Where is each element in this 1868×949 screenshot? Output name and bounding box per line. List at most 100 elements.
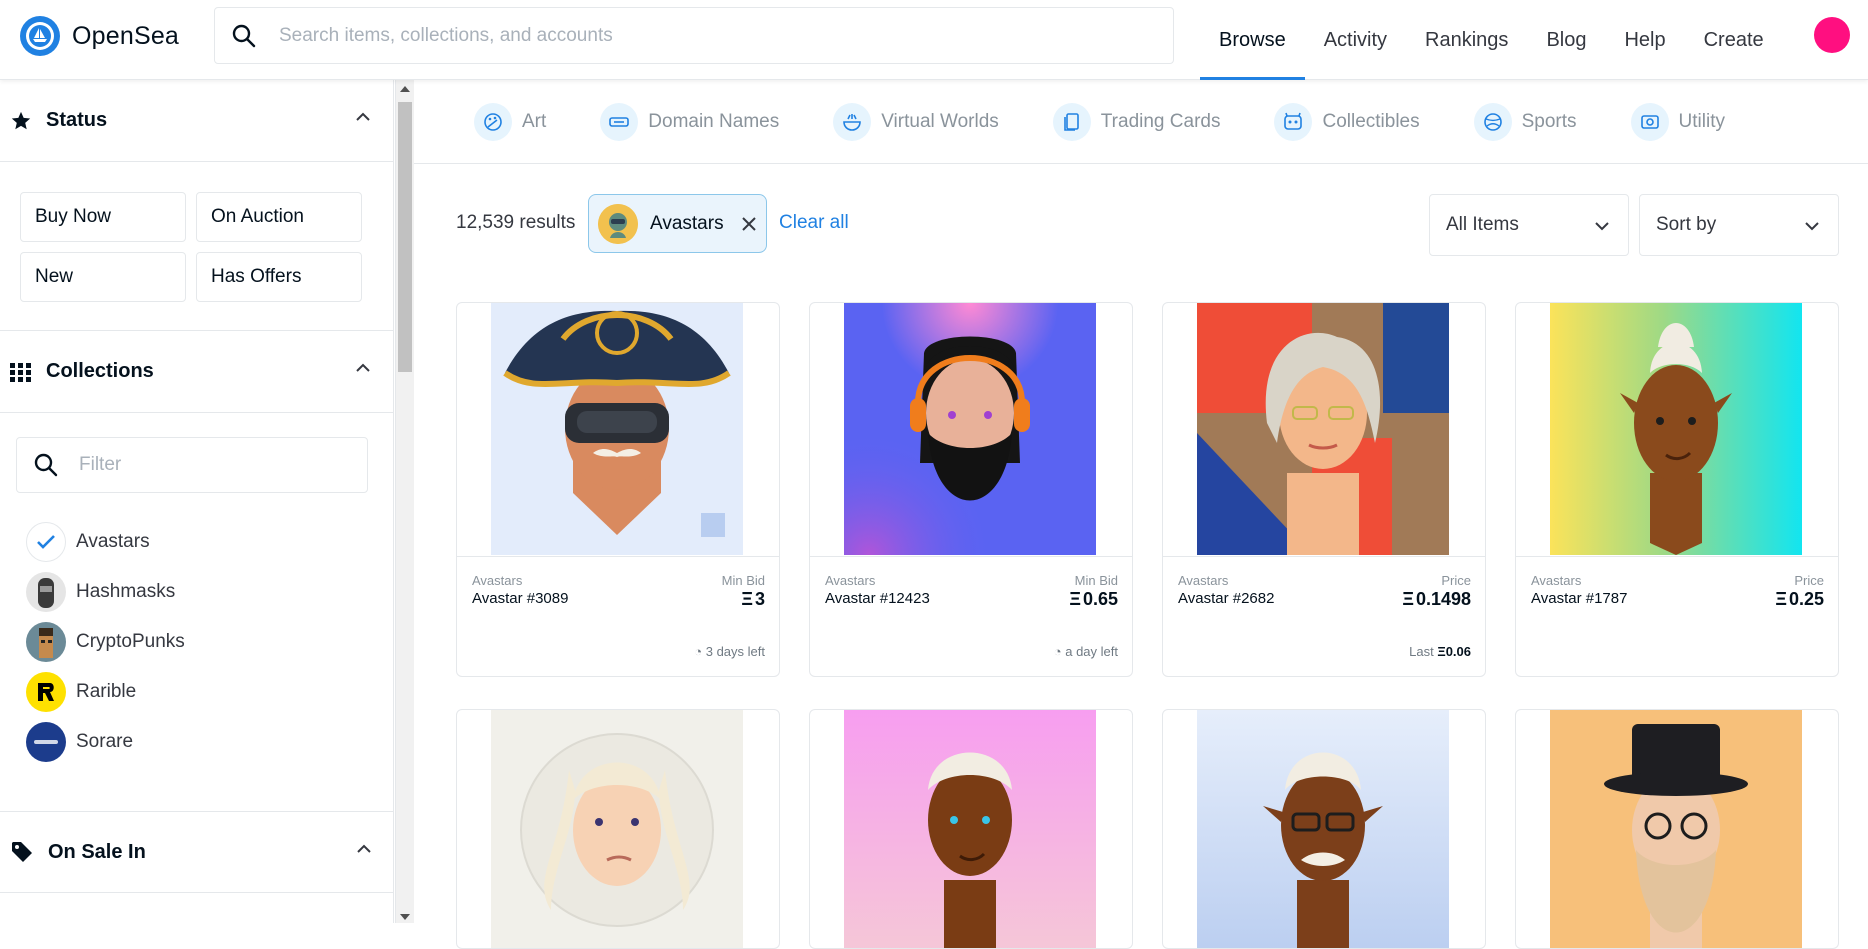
eth-icon: Ξ: [1069, 589, 1081, 609]
nft-card[interactable]: [1162, 709, 1486, 949]
collection-name: Avastars: [76, 531, 150, 552]
card-time-left: ◔ 3 days left: [694, 644, 765, 659]
card-time-left: ◔ a day left: [1053, 644, 1118, 659]
category-label: Art: [522, 110, 547, 132]
nav-rankings[interactable]: Rankings: [1406, 0, 1527, 80]
collection-item-sorare[interactable]: Sorare: [0, 717, 393, 767]
nav-activity[interactable]: Activity: [1305, 0, 1406, 80]
card-price-label: Price: [1441, 573, 1471, 588]
scroll-down-arrow-icon[interactable]: [400, 914, 410, 920]
palette-icon: [474, 102, 512, 141]
nft-card[interactable]: [1515, 709, 1839, 949]
collectible-face-icon: [1274, 102, 1313, 141]
category-trading-cards[interactable]: Trading Cards: [1052, 102, 1220, 141]
select-value: Sort by: [1656, 214, 1717, 235]
collection-item-rarible[interactable]: Rarible: [0, 667, 393, 717]
card-name: Avastar #3089: [472, 590, 569, 607]
nft-card[interactable]: [456, 709, 780, 949]
top-navbar: OpenSea Browse Activity Rankings Blog He…: [0, 0, 1868, 80]
buy-now-button[interactable]: Buy Now: [20, 192, 186, 242]
category-collectibles[interactable]: Collectibles: [1274, 102, 1420, 141]
clock-icon: ◔: [1053, 644, 1066, 659]
clear-all-link[interactable]: Clear all: [779, 212, 849, 234]
collection-item-cryptopunks[interactable]: CryptoPunks: [0, 617, 393, 667]
hashmasks-logo: [26, 572, 66, 612]
collection-filter-input[interactable]: [79, 454, 339, 476]
opensea-logo[interactable]: OpenSea: [20, 16, 179, 56]
new-button[interactable]: New: [20, 252, 186, 302]
category-art[interactable]: Art: [474, 102, 547, 141]
collection-item-hashmasks[interactable]: Hashmasks: [0, 567, 393, 617]
card-price: Ξ 0.1498: [1402, 589, 1471, 609]
status-section-header[interactable]: Status: [0, 80, 393, 162]
eth-icon: Ξ: [1775, 589, 1787, 609]
nft-image: [1197, 303, 1449, 555]
category-label: Utility: [1678, 110, 1725, 132]
sort-by-select[interactable]: Sort by: [1639, 194, 1839, 256]
sidebar-scrollbar[interactable]: [396, 80, 414, 923]
nft-card[interactable]: [809, 709, 1133, 949]
nft-image: [491, 710, 743, 948]
chip-label: Avastars: [650, 212, 724, 234]
collection-name: Rarible: [76, 681, 137, 702]
on-auction-button[interactable]: On Auction: [196, 192, 362, 242]
collections-title: Collections: [46, 360, 154, 382]
collections-section-header[interactable]: Collections: [0, 331, 393, 413]
select-value: All Items: [1446, 214, 1519, 235]
search-icon: [232, 24, 256, 47]
ball-icon: [1473, 102, 1512, 141]
items-filter-select[interactable]: All Items: [1429, 194, 1629, 256]
card-name: Avastar #2682: [1178, 590, 1275, 607]
close-icon[interactable]: [741, 216, 757, 232]
category-sports[interactable]: Sports: [1473, 102, 1577, 141]
scroll-up-arrow-icon[interactable]: [400, 86, 410, 92]
link-icon: [600, 102, 639, 141]
nav-help[interactable]: Help: [1605, 0, 1684, 80]
checkmark-icon: [26, 522, 66, 562]
search-input[interactable]: [279, 24, 1139, 47]
nav-browse[interactable]: Browse: [1200, 0, 1305, 80]
nft-card[interactable]: Avastars Avastar #3089 Min Bid Ξ3 ◔ 3 da…: [456, 302, 780, 677]
nft-card[interactable]: Avastars Avastar #12423 Min Bid Ξ 0.65 ◔ …: [809, 302, 1133, 677]
category-utility[interactable]: Utility: [1630, 102, 1725, 141]
category-label: Domain Names: [648, 110, 780, 132]
clock-icon: ◔: [694, 644, 706, 659]
card-collection: Avastars: [825, 573, 876, 588]
chevron-up-icon: [356, 363, 370, 372]
active-filter-chip: Avastars: [588, 194, 767, 253]
eth-icon: Ξ: [741, 589, 753, 609]
sorare-logo: [26, 722, 66, 762]
nft-image: [491, 303, 743, 555]
scrollbar-thumb[interactable]: [398, 102, 412, 372]
nft-image: [844, 710, 1096, 948]
card-last-price: Last Ξ0.06: [1409, 644, 1471, 659]
tag-icon: [12, 842, 32, 862]
cards-icon: [1052, 102, 1091, 141]
card-name: Avastar #12423: [825, 590, 930, 607]
category-virtual-worlds[interactable]: Virtual Worlds: [833, 102, 999, 141]
has-offers-button[interactable]: Has Offers: [196, 252, 362, 302]
category-label: Virtual Worlds: [881, 110, 999, 132]
nft-card[interactable]: Avastars Avastar #1787 Price Ξ 0.25: [1515, 302, 1839, 677]
chevron-down-icon: [1595, 222, 1609, 231]
nft-card-info: Avastars Avastar #2682 Price Ξ 0.1498 Las…: [1163, 556, 1485, 676]
nft-image: [1550, 303, 1802, 555]
collection-list: Avastars Hashmasks CryptoPunks Rarible S…: [0, 517, 393, 767]
collection-item-avastars[interactable]: Avastars: [0, 517, 393, 567]
results-count: 12,539 results: [456, 212, 576, 233]
card-name: Avastar #1787: [1531, 590, 1628, 607]
nav-create[interactable]: Create: [1685, 0, 1783, 80]
nft-card[interactable]: Avastars Avastar #2682 Price Ξ 0.1498 Las…: [1162, 302, 1486, 677]
on-sale-section-header[interactable]: On Sale In: [0, 811, 394, 893]
card-price-label: Price: [1794, 573, 1824, 588]
category-bar: Art Domain Names Virtual Worlds Trading …: [414, 80, 1868, 164]
brand-name: OpenSea: [72, 21, 180, 50]
status-options: Buy Now On Auction New Has Offers: [0, 162, 393, 331]
collection-filter: [16, 437, 368, 493]
eth-icon: Ξ: [1437, 644, 1446, 659]
card-price-label: Min Bid: [1074, 573, 1118, 588]
card-price-label: Min Bid: [721, 573, 765, 588]
nav-blog[interactable]: Blog: [1527, 0, 1605, 80]
category-domain-names[interactable]: Domain Names: [600, 102, 780, 141]
profile-avatar[interactable]: [1814, 17, 1850, 53]
